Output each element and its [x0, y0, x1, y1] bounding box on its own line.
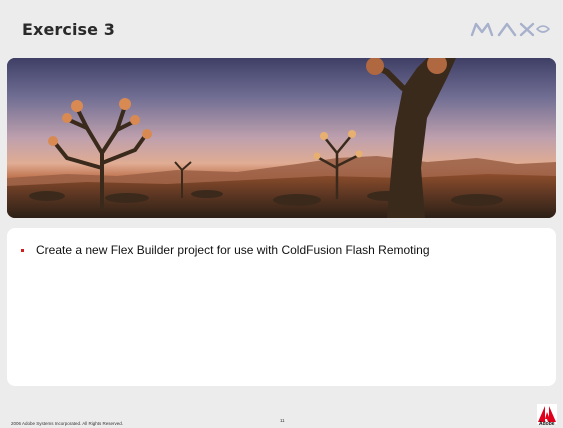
bullet-text: Create a new Flex Builder project for us… [36, 243, 430, 257]
slide-title: Exercise 3 [22, 20, 116, 39]
bullet-marker-icon [21, 248, 24, 252]
page-number: 11 [280, 418, 285, 423]
bullet-item: Create a new Flex Builder project for us… [21, 243, 430, 257]
joshua-tree-landscape [7, 58, 556, 218]
adobe-wordmark: Adobe [539, 421, 555, 427]
slide-header: Exercise 3 [0, 0, 563, 58]
max-logo-icon [470, 22, 550, 37]
copyright-text: 2006 Adobe Systems Incorporated. All Rig… [11, 421, 124, 426]
desert-photo [7, 58, 556, 218]
slide: Exercise 3 Create a new Flex Builder pro… [0, 0, 563, 428]
content-panel: Create a new Flex Builder project for us… [7, 228, 556, 386]
